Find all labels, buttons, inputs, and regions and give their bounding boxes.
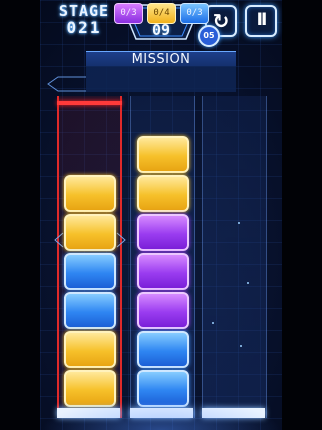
tile-blue[interactable] [64,253,116,290]
tile-purple[interactable] [137,214,189,251]
tile-yellow[interactable] [64,175,116,212]
tile-yellow[interactable] [137,175,189,212]
sparkle [212,322,214,324]
mission-left-bracket [47,76,86,92]
right-letterbox [282,0,322,430]
sparkle [247,282,249,284]
undo-count-badge: 05 [198,25,220,47]
left-letterbox [0,0,40,430]
sparkle [238,222,240,224]
mission-goal-blue: 0/3 [180,3,209,24]
pause-icon: II [256,10,268,30]
selected-column-indicator [57,101,122,105]
stage-label: STAGE [58,2,110,20]
tile-yellow[interactable] [137,136,189,173]
tile-purple[interactable] [137,253,189,290]
tile-yellow[interactable] [64,214,116,251]
mission-title: MISSION [86,51,236,67]
tile-blue[interactable] [64,292,116,329]
stage-number: 021 [66,18,102,37]
tile-yellow[interactable] [64,331,116,368]
bottom-glow [40,398,282,430]
column-3[interactable] [202,96,267,418]
mission-goal-yellow: 0/4 [147,3,176,24]
pause-button[interactable]: II [245,5,277,37]
mission-goal-purple: 0/3 [114,3,143,24]
tile-purple[interactable] [137,292,189,329]
mission-panel [86,66,236,92]
tile-blue[interactable] [137,331,189,368]
stage-indicator: STAGE 021 [48,3,120,37]
sparkle [240,345,242,347]
